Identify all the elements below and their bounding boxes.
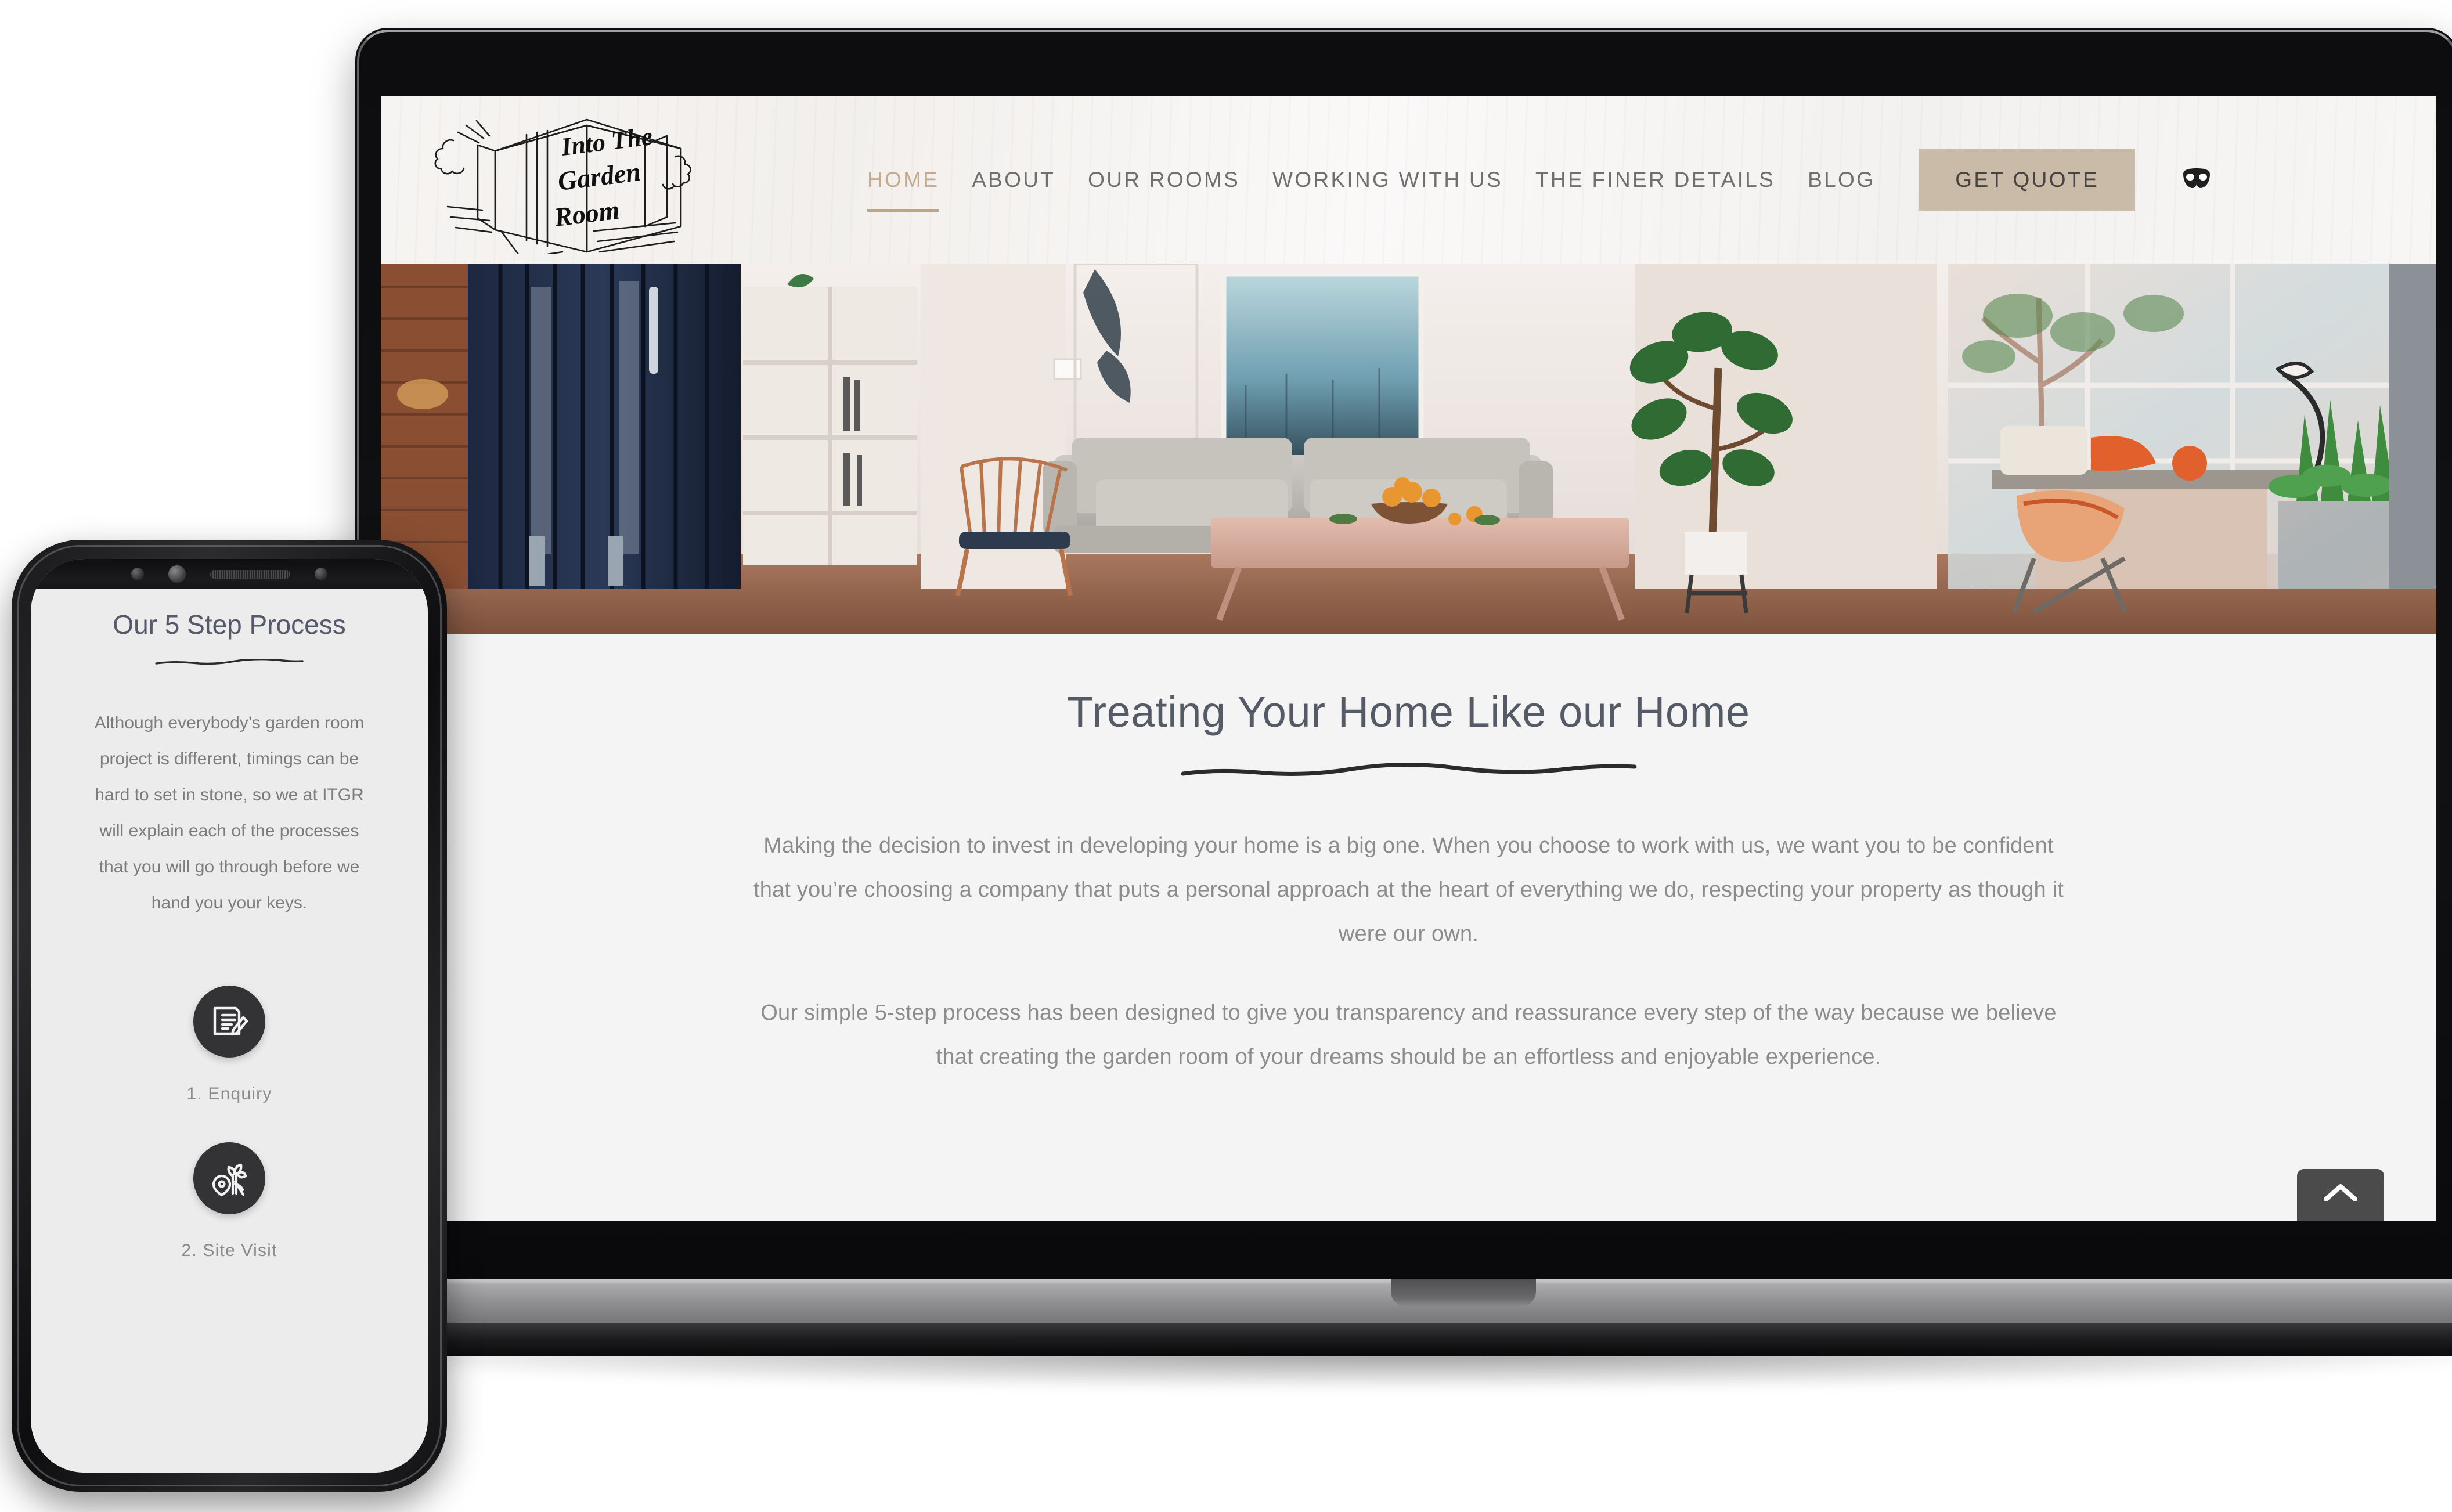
laptop-notch — [1391, 1279, 1536, 1307]
process-paragraph: Our simple 5-step process has been desig… — [760, 1001, 2057, 1069]
main-content: Treating Your Home Like our Home Making … — [381, 634, 2436, 1221]
page-title: Treating Your Home Like our Home — [1067, 688, 1750, 736]
logo-line1: Into The — [559, 122, 654, 161]
phone-page-content: Our 5 Step Process Although everybody’s … — [31, 589, 428, 1473]
phone-intro-paragraph: Although everybody’s garden room project… — [94, 713, 365, 913]
phone-mockup: Our 5 Step Process Although everybody’s … — [12, 540, 447, 1492]
map-pin-plants-glyph — [212, 1163, 247, 1196]
process-step[interactable]: 1. Enquiry — [31, 985, 428, 1104]
get-quote-button[interactable]: GET QUOTE — [1919, 149, 2136, 211]
document-pencil-icon — [193, 985, 265, 1058]
process-step-label: 2. Site Visit — [181, 1240, 277, 1260]
mask-glyph — [2183, 168, 2211, 188]
front-camera-icon — [168, 565, 186, 583]
intro-paragraph: Making the decision to invest in develop… — [753, 833, 2064, 946]
nav-item-our-rooms[interactable]: OUR ROOMS — [1072, 162, 1256, 198]
nav-item-blog[interactable]: BLOG — [1791, 162, 1891, 198]
process-step-label: 1. Enquiry — [186, 1084, 272, 1103]
chevron-up-icon — [2324, 1184, 2357, 1201]
earpiece-speaker-icon — [210, 569, 290, 579]
document-pencil-glyph — [213, 1006, 248, 1035]
phone-page-title: Our 5 Step Process — [113, 609, 346, 640]
logo-sketch-icon: Into The Garden Room — [434, 118, 691, 254]
process-step-list: 1. Enquiry 2. Site Visit — [31, 985, 428, 1261]
phone-heading-underline-squiggle — [155, 659, 304, 665]
laptop-base-shadow — [268, 1349, 2452, 1390]
laptop-mockup: Into The Garden Room HOME ABOUT OUR ROOM… — [246, 28, 2452, 1390]
phone-top-bezel — [31, 559, 428, 589]
proximity-sensor-icon — [131, 568, 144, 580]
nav-item-working-with-us[interactable]: WORKING WITH US — [1256, 162, 1519, 198]
hero-image — [381, 264, 2436, 634]
laptop-deck — [246, 1279, 2452, 1324]
hero-illustration — [381, 264, 2436, 634]
nav-item-home[interactable]: HOME — [851, 162, 955, 212]
site-logo[interactable]: Into The Garden Room — [413, 115, 715, 254]
main-navigation: HOME ABOUT OUR ROOMS WORKING WITH US THE… — [851, 96, 2417, 264]
site-header: Into The Garden Room HOME ABOUT OUR ROOM… — [381, 96, 2436, 264]
process-step[interactable]: 2. Site Visit — [31, 1142, 428, 1261]
map-pin-plants-icon — [193, 1142, 265, 1214]
logo-line3: Room — [552, 195, 621, 232]
nav-item-about[interactable]: ABOUT — [955, 162, 1072, 198]
laptop-screen: Into The Garden Room HOME ABOUT OUR ROOM… — [381, 96, 2436, 1221]
mask-icon[interactable] — [2176, 159, 2217, 201]
nav-item-the-finer-details[interactable]: THE FINER DETAILS — [1519, 162, 1791, 198]
logo-line2: Garden — [556, 157, 642, 196]
heading-underline-squiggle — [1181, 763, 1636, 776]
ambient-light-sensor-icon — [315, 568, 327, 580]
phone-screen: Our 5 Step Process Although everybody’s … — [31, 559, 428, 1473]
scroll-to-top-button[interactable] — [2297, 1169, 2384, 1221]
